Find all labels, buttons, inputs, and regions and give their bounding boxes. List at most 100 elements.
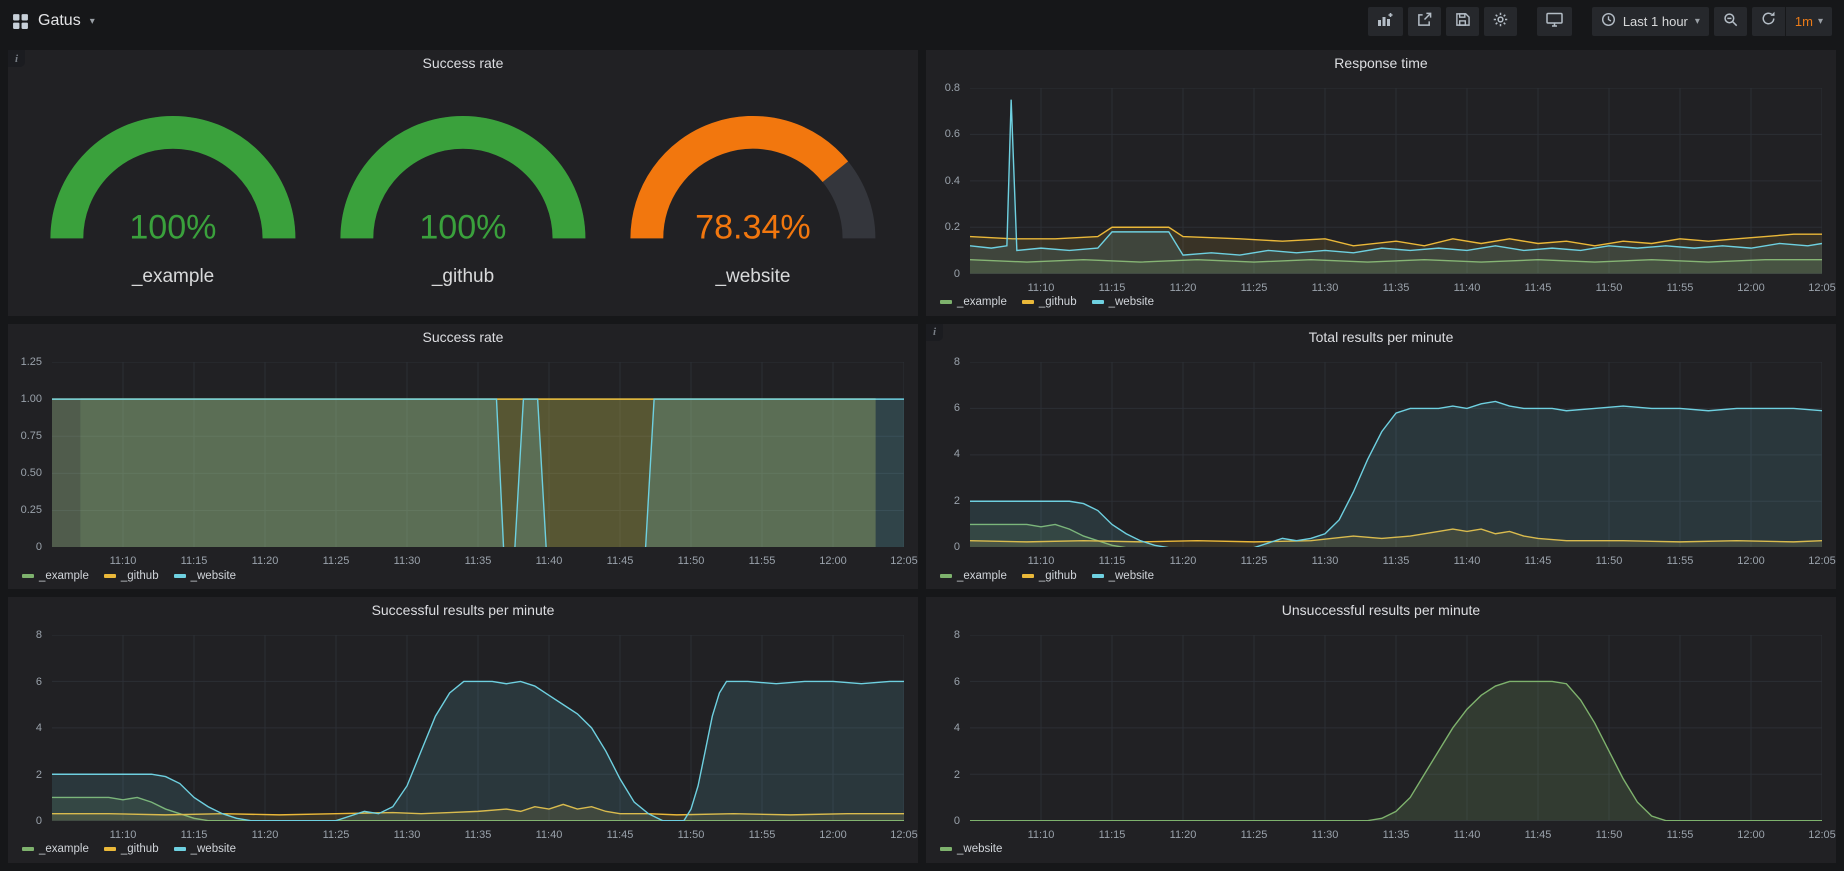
save-icon [1455, 12, 1470, 30]
y-axis-label: 6 [954, 676, 960, 688]
panel-title[interactable]: Success rate [8, 324, 918, 351]
legend-item-_example[interactable]: _example [22, 843, 89, 855]
y-axis-label: 0 [36, 815, 42, 827]
panel-info-icon[interactable]: i [926, 324, 943, 341]
zoom-out-button[interactable] [1714, 7, 1747, 36]
cycle-view-mode-button[interactable] [1537, 7, 1572, 36]
legend-item-_example[interactable]: _example [22, 570, 89, 582]
x-axis-label: 11:45 [607, 829, 634, 841]
response-time-chart[interactable]: 00.20.40.60.811:1011:1511:2011:2511:3011… [926, 77, 1836, 316]
legend-label: _example [39, 843, 89, 855]
dashboard-title[interactable]: Gatus [38, 12, 81, 30]
unsuccessful-results-chart[interactable]: 0246811:1011:1511:2011:2511:3011:3511:40… [926, 624, 1836, 863]
legend-item-_github[interactable]: _github [1022, 570, 1077, 582]
x-axis-label: 11:35 [1383, 282, 1410, 294]
chevron-down-icon[interactable]: ▾ [90, 16, 95, 27]
x-axis-label: 11:55 [1667, 555, 1694, 567]
refresh-interval-picker[interactable]: 1m ▾ [1785, 7, 1832, 36]
x-axis-label: 11:10 [1028, 282, 1055, 294]
x-axis-label: 11:20 [252, 555, 279, 567]
gauge-_example: 100% _example [34, 97, 312, 288]
y-axis-label: 4 [954, 722, 960, 734]
x-axis-label: 11:50 [1596, 555, 1623, 567]
y-axis-label: 8 [954, 356, 960, 368]
legend-item-_example[interactable]: _example [940, 570, 1007, 582]
y-axis-label: 0.6 [945, 128, 960, 140]
gauge-_website: 78.34% _website [614, 97, 892, 288]
share-button[interactable] [1408, 7, 1441, 36]
legend-item-_github[interactable]: _github [104, 570, 159, 582]
y-axis-label: 4 [36, 722, 42, 734]
success-rate-chart[interactable]: 00.250.500.751.001.2511:1011:1511:2011:2… [8, 351, 918, 590]
legend-item-_website[interactable]: _website [940, 843, 1002, 855]
y-axis-label: 2 [954, 495, 960, 507]
settings-button[interactable] [1484, 7, 1517, 36]
x-axis-label: 11:15 [1099, 282, 1126, 294]
legend-item-_example[interactable]: _example [940, 296, 1007, 308]
legend-item-_website[interactable]: _website [1092, 296, 1154, 308]
add-panel-icon [1377, 12, 1394, 30]
legend-item-_github[interactable]: _github [104, 843, 159, 855]
refresh-button[interactable] [1752, 7, 1785, 36]
successful-results-chart[interactable]: 0246811:1011:1511:2011:2511:3011:3511:40… [8, 624, 918, 863]
x-axis-label: 11:50 [1596, 829, 1623, 841]
refresh-interval-label: 1m [1795, 14, 1813, 29]
gauge-label: _website [715, 266, 790, 288]
x-axis-label: 11:45 [1525, 555, 1552, 567]
chevron-down-icon: ▾ [1695, 16, 1700, 27]
legend-item-_website[interactable]: _website [174, 570, 236, 582]
x-axis-label: 11:40 [536, 829, 563, 841]
panel-total-results: i Total results per minute 0246811:1011:… [926, 324, 1836, 590]
x-axis-label: 12:00 [1737, 282, 1765, 294]
gauge-value: 100% [419, 208, 506, 246]
y-axis-label: 0.4 [945, 175, 960, 187]
legend-item-_github[interactable]: _github [1022, 296, 1077, 308]
panel-title[interactable]: Total results per minute [926, 324, 1836, 351]
chart-legend: _website [926, 841, 1836, 863]
dashboards-grid-icon[interactable] [12, 13, 29, 30]
legend-swatch [1022, 574, 1034, 578]
x-axis-label: 11:10 [1028, 555, 1055, 567]
legend-label: _website [191, 843, 236, 855]
y-axis-label: 8 [36, 629, 42, 641]
y-axis-label: 1.00 [21, 393, 42, 405]
legend-label: _github [1039, 570, 1077, 582]
x-axis-label: 12:05 [1808, 282, 1836, 294]
legend-swatch [174, 847, 186, 851]
panel-title[interactable]: Response time [926, 50, 1836, 77]
legend-swatch [940, 300, 952, 304]
x-axis-label: 11:45 [607, 555, 634, 567]
y-axis-label: 0 [954, 268, 960, 280]
panel-response-time: Response time 00.20.40.60.811:1011:1511:… [926, 50, 1836, 316]
x-axis-label: 12:05 [890, 555, 918, 567]
zoom-out-icon [1723, 12, 1738, 30]
gauge-_github: 100% _github [324, 97, 602, 288]
x-axis-label: 11:35 [465, 829, 492, 841]
time-range-picker[interactable]: Last 1 hour ▾ [1592, 7, 1709, 36]
panel-title[interactable]: Unsuccessful results per minute [926, 597, 1836, 624]
panel-title[interactable]: Successful results per minute [8, 597, 918, 624]
gauge-label: _example [132, 266, 214, 288]
chart-legend: _example _github _website [8, 567, 918, 589]
y-axis-label: 8 [954, 629, 960, 641]
x-axis-label: 11:45 [1525, 282, 1552, 294]
total-results-chart[interactable]: 0246811:1011:1511:2011:2511:3011:3511:40… [926, 351, 1836, 590]
gauge-value: 100% [129, 208, 216, 246]
y-axis-label: 6 [954, 402, 960, 414]
y-axis-label: 0 [954, 541, 960, 553]
save-button[interactable] [1446, 7, 1479, 36]
add-panel-button[interactable] [1368, 7, 1403, 36]
x-axis-label: 11:25 [1241, 829, 1268, 841]
share-icon [1417, 12, 1432, 30]
x-axis-label: 11:50 [678, 829, 705, 841]
y-axis-label: 2 [954, 769, 960, 781]
panel-title[interactable]: Success rate [8, 50, 918, 77]
legend-item-_website[interactable]: _website [1092, 570, 1154, 582]
x-axis-label: 11:25 [323, 829, 350, 841]
x-axis-label: 11:30 [394, 829, 421, 841]
panel-info-icon[interactable]: i [8, 50, 25, 67]
y-axis-label: 6 [36, 676, 42, 688]
x-axis-label: 11:50 [1596, 282, 1623, 294]
legend-item-_website[interactable]: _website [174, 843, 236, 855]
x-axis-label: 11:40 [1454, 829, 1481, 841]
